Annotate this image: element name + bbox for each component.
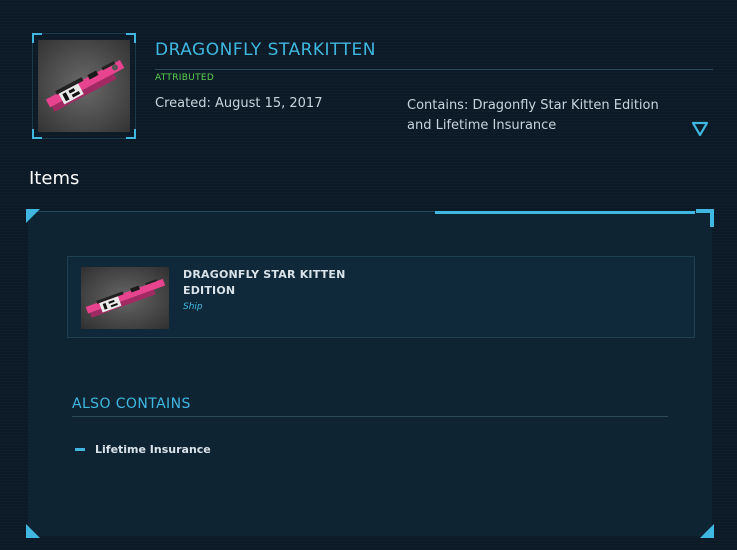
dragonfly-ship-image [38, 40, 130, 132]
chevron-down-icon[interactable] [690, 119, 710, 139]
bullet-icon [75, 448, 85, 451]
contains-summary: Contains: Dragonfly Star Kitten Edition … [407, 98, 659, 133]
items-panel: DRAGONFLY STAR KITTEN EDITION Ship ALSO … [26, 209, 714, 538]
corner-bracket-icon [26, 209, 40, 223]
pledge-title: DRAGONFLY STARKITTEN [155, 40, 376, 60]
item-name: DRAGONFLY STAR KITTEN EDITION [183, 268, 346, 297]
status-badge: ATTRIBUTED [155, 73, 215, 83]
created-date: Created: August 15, 2017 [155, 96, 323, 111]
divider [72, 416, 668, 417]
corner-bracket-icon [700, 524, 714, 538]
pledge-thumbnail[interactable] [32, 33, 136, 139]
corner-bracket-icon [696, 209, 714, 227]
also-contains-title: ALSO CONTAINS [72, 396, 191, 412]
divider [155, 69, 713, 70]
corner-bracket-icon [26, 524, 40, 538]
item-type: Ship [183, 302, 203, 312]
panel-accent-bar [435, 211, 695, 214]
dragonfly-ship-thumbnail [81, 267, 169, 329]
item-card[interactable]: DRAGONFLY STAR KITTEN EDITION Ship [67, 256, 695, 338]
items-section-title: Items [29, 168, 80, 189]
also-contains-label: Lifetime Insurance [95, 443, 211, 456]
